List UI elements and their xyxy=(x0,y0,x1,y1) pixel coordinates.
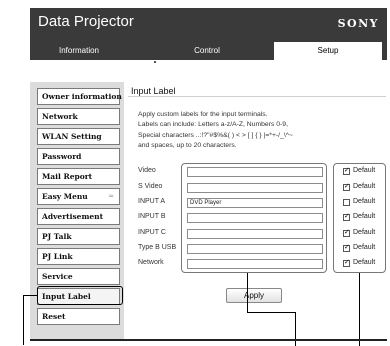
sidebar-item-label: Mail Report xyxy=(42,172,93,181)
leader-line xyxy=(23,295,37,296)
tab-information[interactable]: Information xyxy=(30,42,128,60)
label-field-s-video[interactable] xyxy=(187,183,323,193)
sidebar-item-label: PJ Talk xyxy=(42,232,72,241)
label-field-video[interactable] xyxy=(187,167,323,177)
apply-button[interactable]: Apply xyxy=(226,288,282,303)
leader-line xyxy=(23,295,24,345)
default-checkbox-network[interactable]: ✓ xyxy=(343,258,350,267)
default-label: Default xyxy=(353,167,376,174)
sidebar-item-advertisement[interactable]: Advertisement xyxy=(37,208,120,225)
sidebar-item-service[interactable]: Service xyxy=(37,268,120,285)
sidebar-item-label: Password xyxy=(42,152,82,161)
expand-icon: ≈ xyxy=(108,192,114,200)
input-name-s-video: S Video xyxy=(138,183,163,190)
sidebar-item-pj-talk[interactable]: PJ Talk xyxy=(37,228,120,245)
checkmark-icon: ✓ xyxy=(344,243,350,251)
sidebar-item-label: Service xyxy=(42,272,73,281)
checkmark-icon: ✓ xyxy=(344,228,350,236)
sidebar-item-label: PJ Link xyxy=(42,252,73,261)
sidebar-item-label: Network xyxy=(42,112,78,121)
default-checkbox-input-a[interactable] xyxy=(343,199,350,206)
app-title: Data Projector xyxy=(38,13,134,30)
label-field-network[interactable] xyxy=(187,259,323,269)
sidebar-item-label: Owner information xyxy=(42,92,122,101)
default-label: Default xyxy=(353,198,376,205)
input-name-video: Video xyxy=(138,167,156,174)
checkmark-icon: ✓ xyxy=(344,258,350,266)
sidebar-item-label: WLAN Setting xyxy=(42,132,102,141)
input-name-network: Network xyxy=(138,259,164,266)
leader-line xyxy=(359,273,360,346)
sidebar-item-password[interactable]: Password xyxy=(37,148,120,165)
default-label: Default xyxy=(353,183,376,190)
description-line: Special characters ..:!?"#$%&( ) < > [ ]… xyxy=(138,131,293,139)
default-checkbox-input-b[interactable]: ✓ xyxy=(343,212,350,221)
default-checkbox-input-c[interactable]: ✓ xyxy=(343,228,350,237)
description-line: Labels can include: Letters a-z/A-Z, Num… xyxy=(138,121,288,129)
sidebar-item-pj-link[interactable]: PJ Link xyxy=(37,248,120,265)
leader-line xyxy=(247,312,295,313)
app-header: Data Projector SONY Information Control … xyxy=(30,8,387,60)
sidebar-item-label: Advertisement xyxy=(42,212,104,221)
input-name-type-b-usb: Type B USB xyxy=(138,244,177,251)
checkmark-icon: ✓ xyxy=(344,166,350,174)
description-line: and spaces, up to 20 characters. xyxy=(138,141,237,149)
checkmark-icon: ✓ xyxy=(344,212,350,220)
default-label: Default xyxy=(353,244,376,251)
default-checkbox-video[interactable]: ✓ xyxy=(343,166,350,175)
sidebar-item-label: Easy Menu xyxy=(42,192,88,201)
input-name-input-b: INPUT B xyxy=(138,213,166,220)
sidebar-item-easy-menu[interactable]: Easy Menu ≈ xyxy=(37,188,120,205)
default-label: Default xyxy=(353,213,376,220)
sidebar-item-reset[interactable]: Reset xyxy=(37,308,120,325)
input-label-callout-box xyxy=(37,286,123,305)
title-divider xyxy=(128,96,386,97)
sidebar-item-mail-report[interactable]: Mail Report xyxy=(37,168,120,185)
default-checkbox-type-b-usb[interactable]: ✓ xyxy=(343,243,350,252)
sidebar-item-wlan-setting[interactable]: WLAN Setting xyxy=(37,128,120,145)
leader-line xyxy=(247,273,248,313)
bottom-rule xyxy=(30,339,387,341)
label-field-input-a[interactable]: DVD Player xyxy=(187,198,323,208)
brand-logo: SONY xyxy=(337,17,379,30)
default-label: Default xyxy=(353,259,376,266)
input-name-input-c: INPUT C xyxy=(138,229,166,236)
description-line: Apply custom labels for the input termin… xyxy=(138,111,268,118)
label-field-input-b[interactable] xyxy=(187,213,323,223)
default-checkbox-s-video[interactable]: ✓ xyxy=(343,182,350,191)
divider-dot xyxy=(154,61,156,63)
tab-setup[interactable]: Setup xyxy=(274,42,382,60)
label-field-input-c[interactable] xyxy=(187,229,323,239)
sidebar-item-label: Reset xyxy=(42,312,66,321)
sidebar-item-network[interactable]: Network xyxy=(37,108,120,125)
default-label: Default xyxy=(353,229,376,236)
page-title: Input Label xyxy=(131,86,176,96)
tab-control[interactable]: Control xyxy=(148,42,266,60)
description: Apply custom labels for the input termin… xyxy=(138,110,338,151)
sidebar-item-owner-information[interactable]: Owner information xyxy=(37,88,122,105)
input-name-input-a: INPUT A xyxy=(138,198,166,205)
checkmark-icon: ✓ xyxy=(344,182,350,190)
label-field-type-b-usb[interactable] xyxy=(187,244,323,254)
